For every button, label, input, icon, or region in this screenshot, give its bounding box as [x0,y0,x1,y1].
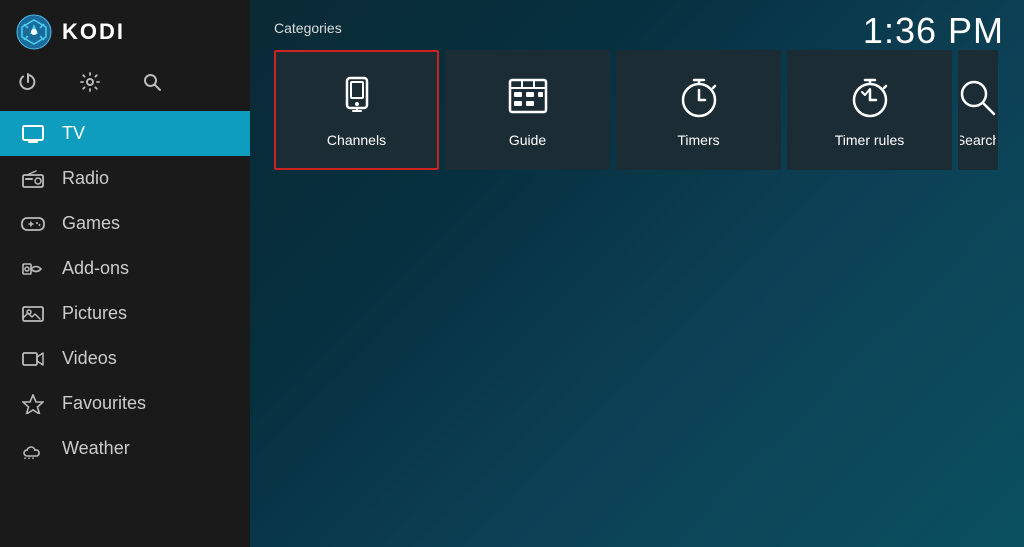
sidebar-item-videos[interactable]: Videos [0,336,250,381]
app-title: KODI [62,19,125,45]
sidebar-item-games[interactable]: Games [0,201,250,246]
timer-rules-label: Timer rules [835,132,905,148]
addons-icon [20,260,46,278]
categories-grid: Channels Guide [274,50,1000,170]
sidebar-item-weather[interactable]: Weather [0,426,250,471]
sidebar-item-tv-label: TV [62,123,85,144]
videos-icon [20,350,46,368]
search-card-icon [958,72,998,120]
pictures-icon [20,305,46,323]
channels-label: Channels [327,132,386,148]
search-card-label: Search [958,132,998,148]
sidebar-item-favourites-label: Favourites [62,393,146,414]
weather-icon [20,439,46,459]
sidebar: KODI [0,0,250,547]
tv-icon [20,125,46,143]
guide-label: Guide [509,132,546,148]
sidebar-item-videos-label: Videos [62,348,117,369]
sidebar-item-radio-label: Radio [62,168,109,189]
timers-icon [675,72,723,120]
main-content: 1:36 PM Categories Channels [250,0,1024,547]
settings-icon[interactable] [80,72,100,97]
sidebar-item-weather-label: Weather [62,438,130,459]
channels-icon [333,72,381,120]
search-icon[interactable] [142,72,162,97]
games-icon [20,215,46,233]
sidebar-item-tv[interactable]: TV [0,111,250,156]
guide-icon [504,72,552,120]
sidebar-item-games-label: Games [62,213,120,234]
category-timers[interactable]: Timers [616,50,781,170]
category-search[interactable]: Search [958,50,998,170]
sidebar-item-addons[interactable]: Add-ons [0,246,250,291]
sidebar-header: KODI [0,0,250,64]
sidebar-item-pictures[interactable]: Pictures [0,291,250,336]
radio-icon [20,170,46,188]
sidebar-item-pictures-label: Pictures [62,303,127,324]
favourites-icon [20,394,46,414]
clock: 1:36 PM [863,10,1004,52]
sidebar-item-favourites[interactable]: Favourites [0,381,250,426]
kodi-logo-icon [16,14,52,50]
timer-rules-icon [846,72,894,120]
power-icon[interactable] [18,72,38,97]
timers-label: Timers [677,132,719,148]
category-channels[interactable]: Channels [274,50,439,170]
category-guide[interactable]: Guide [445,50,610,170]
sidebar-item-radio[interactable]: Radio [0,156,250,201]
sidebar-controls [0,64,250,111]
category-timer-rules[interactable]: Timer rules [787,50,952,170]
sidebar-item-addons-label: Add-ons [62,258,129,279]
sidebar-nav: TV Radio [0,111,250,547]
